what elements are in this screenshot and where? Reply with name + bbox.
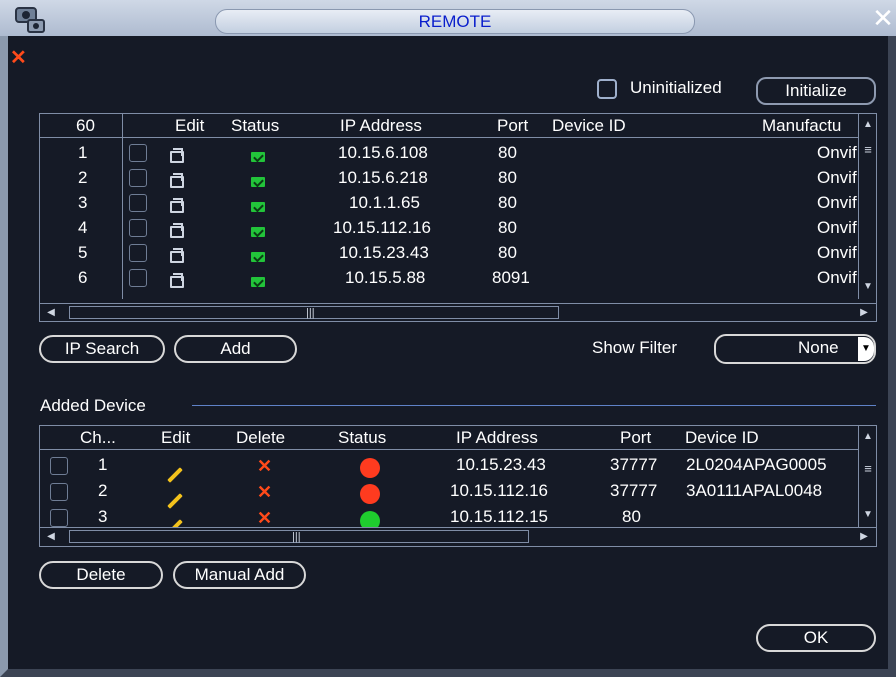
connected-icon [251, 172, 265, 192]
row-manufacturer: Onvif [817, 143, 857, 162]
added-device-table: Ch... Edit Delete Status IP Address Port… [39, 425, 877, 547]
column-header-status: Status [231, 116, 280, 135]
row-checkbox[interactable] [129, 244, 147, 262]
scroll-up-icon[interactable]: ▲ [859, 116, 877, 134]
edit-icon[interactable] [170, 245, 184, 265]
row-manufacturer: Onvif [817, 193, 857, 212]
manual-add-button[interactable]: Manual Add [173, 561, 306, 589]
row-checkbox[interactable] [129, 194, 147, 212]
device-list-table: 60 Edit Status IP Address Port Device ID… [39, 113, 877, 322]
row-port: 80 [498, 193, 517, 212]
horizontal-scrollbar[interactable]: ◀ ||| ▶ [40, 303, 876, 321]
row-port: 80 [498, 143, 517, 162]
row-manufacturer: Onvif [817, 168, 857, 187]
close-icon[interactable]: ✕ [10, 48, 27, 68]
row-manufacturer: Onvif [817, 268, 857, 287]
row-port: 80 [498, 243, 517, 262]
row-number: 2 [78, 168, 88, 187]
row-number: 5 [78, 243, 88, 262]
scroll-down-icon[interactable]: ▼ [859, 506, 877, 524]
connected-icon [251, 247, 265, 267]
chevron-down-icon[interactable]: ▼ [858, 337, 874, 361]
row-ip-address: 10.15.6.108 [338, 143, 428, 162]
show-filter-value: None [798, 338, 839, 357]
row-port: 80 [622, 507, 641, 526]
scroll-left-icon[interactable]: ◀ [42, 528, 60, 546]
uninitialized-checkbox[interactable] [597, 79, 617, 99]
row-manufacturer: Onvif [817, 218, 857, 237]
scroll-thumb[interactable]: ≡ [859, 141, 877, 159]
vertical-scrollbar[interactable]: ▲ ≡ ▼ [858, 114, 876, 299]
scroll-thumb[interactable]: ||| [69, 530, 529, 543]
row-checkbox[interactable] [129, 269, 147, 287]
row-checkbox[interactable] [50, 509, 68, 527]
column-divider [122, 114, 123, 299]
row-ip-address: 10.15.112.15 [450, 507, 548, 526]
pencil-icon[interactable] [166, 514, 184, 527]
ip-search-button[interactable]: IP Search [39, 335, 165, 363]
connected-icon [251, 147, 265, 167]
scroll-up-icon[interactable]: ▲ [859, 428, 877, 446]
edit-icon[interactable] [170, 195, 184, 215]
scroll-right-icon[interactable]: ▶ [855, 304, 873, 322]
row-port: 8091 [492, 268, 530, 287]
row-ip-address: 10.15.23.43 [339, 243, 429, 262]
row-manufacturer: Onvif [817, 243, 857, 262]
table-row[interactable]: 3 ✕ 10.15.112.15 80 [40, 426, 858, 527]
row-ip-address: 10.15.5.88 [345, 268, 426, 287]
window-title: REMOTE [215, 9, 695, 34]
add-button[interactable]: Add [174, 335, 297, 363]
show-filter-select[interactable]: None ▼ [714, 334, 876, 364]
x-icon[interactable]: ✕ [257, 508, 272, 527]
row-port: 80 [498, 168, 517, 187]
column-header-device-id: Device ID [552, 116, 626, 135]
delete-button[interactable]: Delete [39, 561, 163, 589]
column-header-edit: Edit [175, 116, 205, 135]
status-dot [360, 511, 380, 527]
vertical-scrollbar[interactable]: ▲ ≡ ▼ [858, 426, 876, 527]
row-port: 80 [498, 218, 517, 237]
show-filter-label: Show Filter [592, 338, 678, 357]
connected-icon [251, 197, 265, 217]
scroll-left-icon[interactable]: ◀ [42, 304, 60, 322]
column-header-ip-address: IP Address [340, 116, 422, 135]
scroll-thumb[interactable]: ||| [69, 306, 559, 319]
row-checkbox[interactable] [129, 144, 147, 162]
added-device-title: Added Device [40, 396, 146, 415]
horizontal-scrollbar[interactable]: ◀ ||| ▶ [40, 527, 876, 545]
camera-icon [14, 4, 48, 34]
column-header-manufacturer: Manufactu [762, 116, 842, 135]
row-checkbox[interactable] [129, 169, 147, 187]
scroll-thumb[interactable]: ≡ [859, 460, 877, 478]
scroll-right-icon[interactable]: ▶ [855, 528, 873, 546]
row-number: 6 [78, 268, 88, 287]
edit-icon[interactable] [170, 170, 184, 190]
column-header-count: 60 [76, 116, 95, 135]
connected-icon [251, 272, 265, 292]
table-header: 60 Edit Status IP Address Port Device ID… [40, 114, 876, 138]
edit-icon[interactable] [170, 145, 184, 165]
scroll-down-icon[interactable]: ▼ [859, 278, 877, 296]
row-channel: 3 [98, 507, 108, 526]
uninitialized-label: Uninitialized [630, 78, 722, 97]
column-header-port: Port [497, 116, 529, 135]
row-ip-address: 10.15.112.16 [333, 218, 431, 237]
row-number: 4 [78, 218, 88, 237]
row-checkbox[interactable] [129, 219, 147, 237]
row-number: 1 [78, 143, 88, 162]
connected-icon [251, 222, 265, 242]
close-icon[interactable]: ✕ [870, 5, 896, 32]
row-ip-address: 10.15.6.218 [338, 168, 428, 187]
edit-icon[interactable] [170, 220, 184, 240]
row-number: 3 [78, 193, 88, 212]
row-ip-address: 10.1.1.65 [349, 193, 420, 212]
edit-icon[interactable] [170, 270, 184, 290]
section-divider [192, 405, 876, 406]
initialize-button[interactable]: Initialize [756, 77, 876, 105]
ok-button[interactable]: OK [756, 624, 876, 652]
